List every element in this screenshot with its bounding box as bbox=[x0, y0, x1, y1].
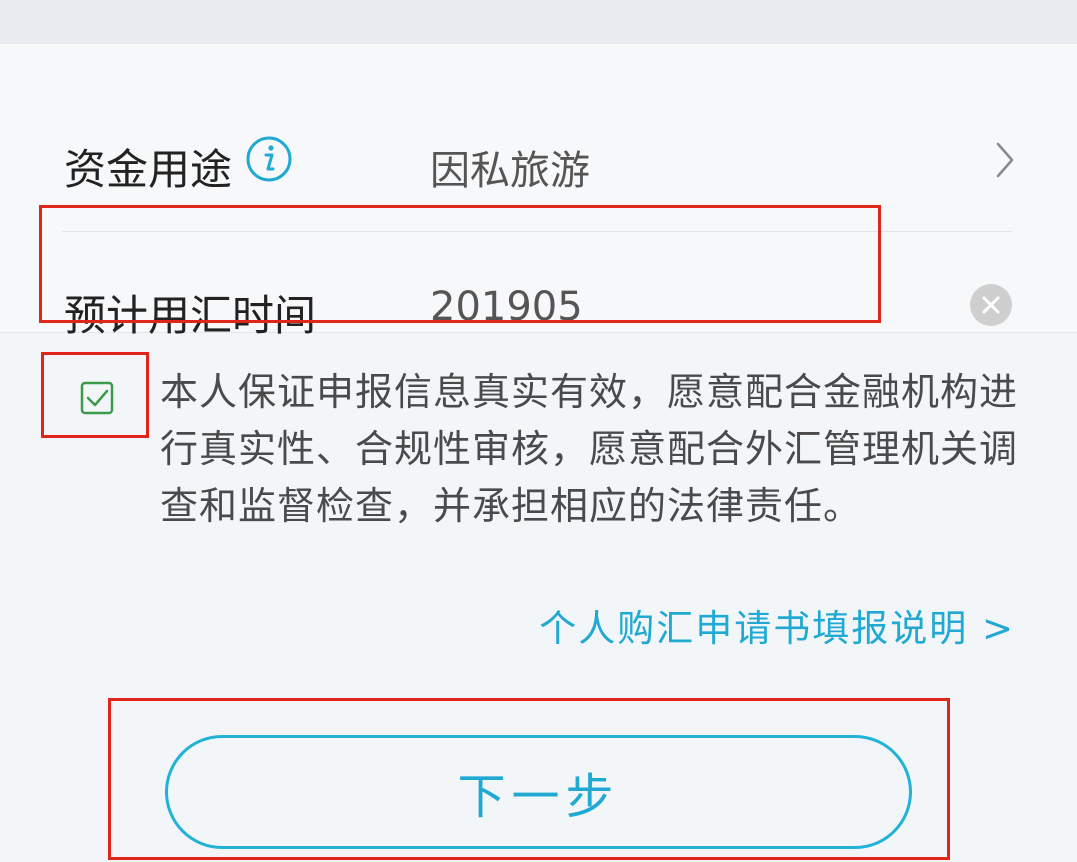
highlight-box-exchange-time bbox=[39, 205, 881, 323]
purchase-application-page: 资金用途 因私旅游 预计用汇时间 201905 本人保证申报信息真实有效，愿意配… bbox=[0, 0, 1077, 862]
highlight-box-next-button bbox=[108, 698, 950, 860]
guide-link[interactable]: 个人购汇申请书填报说明 > bbox=[539, 598, 1015, 652]
purpose-label: 资金用途 bbox=[64, 145, 233, 194]
agreement-text: 本人保证申报信息真实有效，愿意配合金融机构进行真实性、合规性审核，愿意配合外汇管… bbox=[160, 370, 1019, 528]
highlight-box-checkbox bbox=[41, 352, 149, 438]
purpose-value: 因私旅游 bbox=[430, 148, 590, 194]
clear-icon[interactable] bbox=[969, 283, 1013, 327]
info-icon[interactable] bbox=[246, 136, 292, 182]
top-strip bbox=[0, 0, 1077, 44]
chevron-right-icon[interactable] bbox=[990, 138, 1020, 182]
